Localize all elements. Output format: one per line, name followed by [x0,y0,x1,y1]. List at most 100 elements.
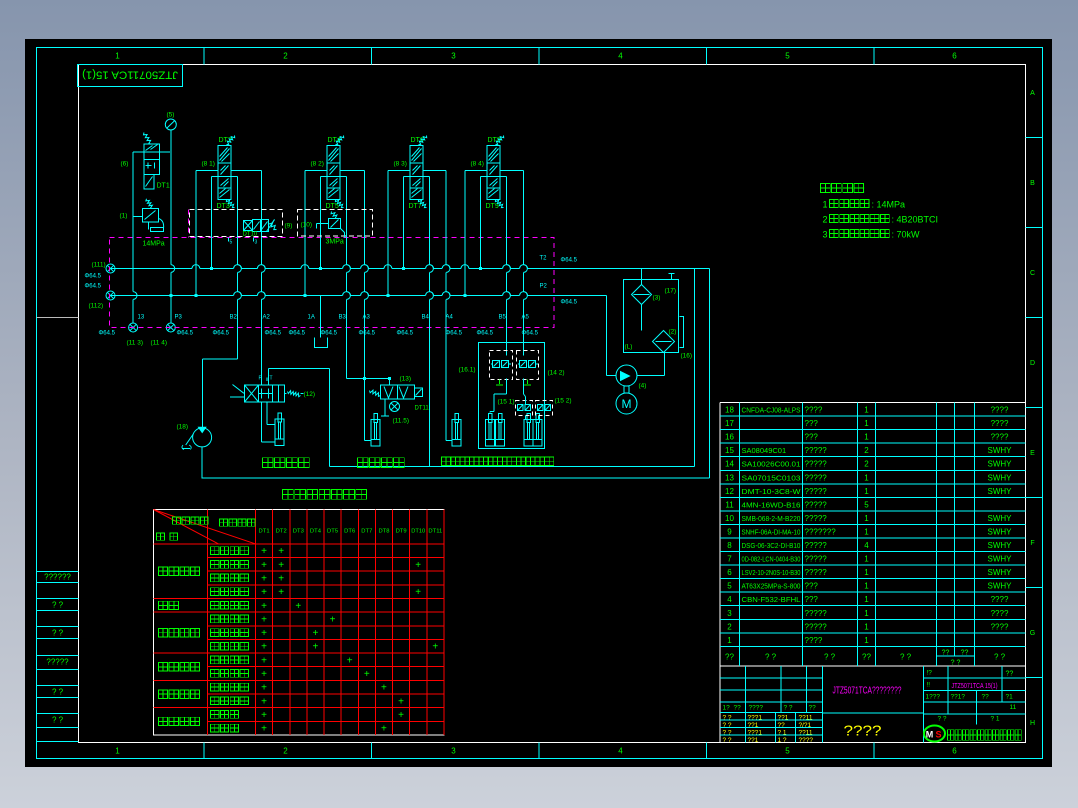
svg-text:1: 1 [864,514,869,523]
svg-text:4: 4 [618,52,623,61]
svg-text:(8 2): (8 2) [311,161,324,168]
svg-text:0D-082-LCN-0404-B30: 0D-082-LCN-0404-B30 [742,555,801,564]
svg-text:?????: ????? [805,514,828,523]
svg-text:+: + [261,546,267,557]
svg-text:Φ64.5: Φ64.5 [446,331,463,337]
svg-text:???: ??? [805,582,819,591]
svg-text:1: 1 [823,200,828,210]
svg-text:A2: A2 [263,315,271,321]
svg-text:F: F [1030,540,1034,547]
svg-text:1: 1 [864,433,869,442]
svg-text:S: S [935,730,941,740]
svg-text:? ?: ? ? [765,652,777,661]
svg-text:SWHY: SWHY [988,460,1013,469]
svg-text:??: ?? [809,705,817,712]
svg-text:???: ??? [805,595,819,604]
svg-text:??11: ??11 [799,714,813,721]
svg-text:SWHY: SWHY [988,555,1013,564]
svg-text:2: 2 [823,215,828,225]
svg-text:(17): (17) [665,288,677,295]
svg-text:(11.5): (11.5) [393,418,410,425]
svg-text:3MPa: 3MPa [326,239,344,246]
svg-text:+: + [261,614,267,625]
svg-text:?/?1: ?/?1 [799,722,812,729]
svg-text:DT8: DT8 [378,529,389,535]
svg-text:+: + [278,546,284,557]
svg-text:JTZ5071TCA????????: JTZ5071TCA???????? [833,686,902,697]
svg-text:+: + [278,560,284,571]
svg-text:????: ???? [805,406,823,415]
svg-text:(11 3): (11 3) [127,340,144,347]
svg-text:+: + [330,614,336,625]
svg-text:JTZ50711CA 15(1): JTZ50711CA 15(1) [82,69,178,81]
svg-text:1: 1 [864,473,869,482]
svg-text:? ?: ? ? [52,716,64,725]
svg-text:+: + [398,710,404,721]
svg-text:DT3: DT3 [293,529,304,535]
svg-text:????: ???? [991,433,1009,442]
svg-text:????: ???? [991,622,1009,631]
svg-text:11: 11 [1010,704,1017,711]
svg-text:1: 1 [864,419,869,428]
svg-text:????: ???? [799,737,814,744]
svg-text:10: 10 [725,514,734,523]
svg-text:16: 16 [725,433,734,442]
svg-text:DT6: DT6 [344,529,355,535]
svg-text:13: 13 [725,473,734,482]
svg-text:?????: ????? [805,609,828,618]
svg-text:SA07015C0103: SA07015C0103 [742,473,801,482]
svg-text:Φ64.5: Φ64.5 [397,331,414,337]
svg-text:DT4: DT4 [310,529,321,535]
svg-text:CNFDA-CJ08-ALPS: CNFDA-CJ08-ALPS [742,406,801,415]
svg-text:DT11: DT11 [415,406,430,412]
svg-text:? ?: ? ? [900,652,912,661]
svg-text:Φ64.5: Φ64.5 [85,284,102,290]
svg-text:(4): (4) [639,383,647,390]
svg-text:JTZ5071TCA 15(1): JTZ5071TCA 15(1) [952,681,998,690]
svg-text:+: + [432,642,438,653]
svg-text:???: ??? [805,419,819,428]
svg-text:SA10026C00.01: SA10026C00.01 [742,460,801,469]
svg-text:???1: ???1 [748,729,763,736]
svg-text:DT7: DT7 [361,529,372,535]
svg-text:SNHF-06A-DI-MA-10: SNHF-06A-DI-MA-10 [742,527,801,536]
svg-text:????: ???? [991,609,1009,618]
svg-text:? ?: ? ? [951,659,961,666]
svg-text:17: 17 [725,419,734,428]
svg-text:???????: ??????? [805,527,837,536]
svg-text:+: + [415,560,421,571]
svg-text:?????: ????? [805,487,828,496]
svg-text:SWHY: SWHY [988,473,1013,482]
svg-text:? ?: ? ? [52,601,64,610]
svg-text:? ?: ? ? [784,705,793,712]
svg-text:SWHY: SWHY [988,568,1013,577]
svg-text:(8 1): (8 1) [202,161,215,168]
svg-text:?????: ????? [805,555,828,564]
svg-text:+: + [381,683,387,694]
svg-text:(13): (13) [400,376,412,383]
svg-text:1: 1 [115,747,120,756]
svg-text:1: 1 [864,487,869,496]
svg-text:DT10: DT10 [411,529,425,535]
svg-text:+: + [295,601,301,612]
svg-text:9: 9 [727,527,732,536]
svg-text:DT1: DT1 [259,529,270,535]
svg-text:1: 1 [864,595,869,604]
svg-text:??1: ??1 [778,714,789,721]
svg-text:+: + [261,710,267,721]
svg-text:1???: 1??? [926,694,941,701]
svg-text:??: ?? [734,705,742,712]
svg-text:14MPa: 14MPa [143,241,165,248]
svg-text:2: 2 [864,446,869,455]
svg-text:7: 7 [727,555,732,564]
svg-text:5: 5 [864,500,869,509]
svg-text:1: 1 [864,609,869,618]
svg-text:??1: ??1 [748,737,759,744]
svg-text:??: ?? [778,722,786,729]
svg-text:(15 2): (15 2) [555,398,572,405]
svg-text:13: 13 [138,315,145,321]
svg-text:(18): (18) [177,424,189,431]
svg-text:??1?: ??1? [951,694,966,701]
svg-text:T: T [270,376,273,382]
svg-text:? ?: ? ? [723,729,732,736]
